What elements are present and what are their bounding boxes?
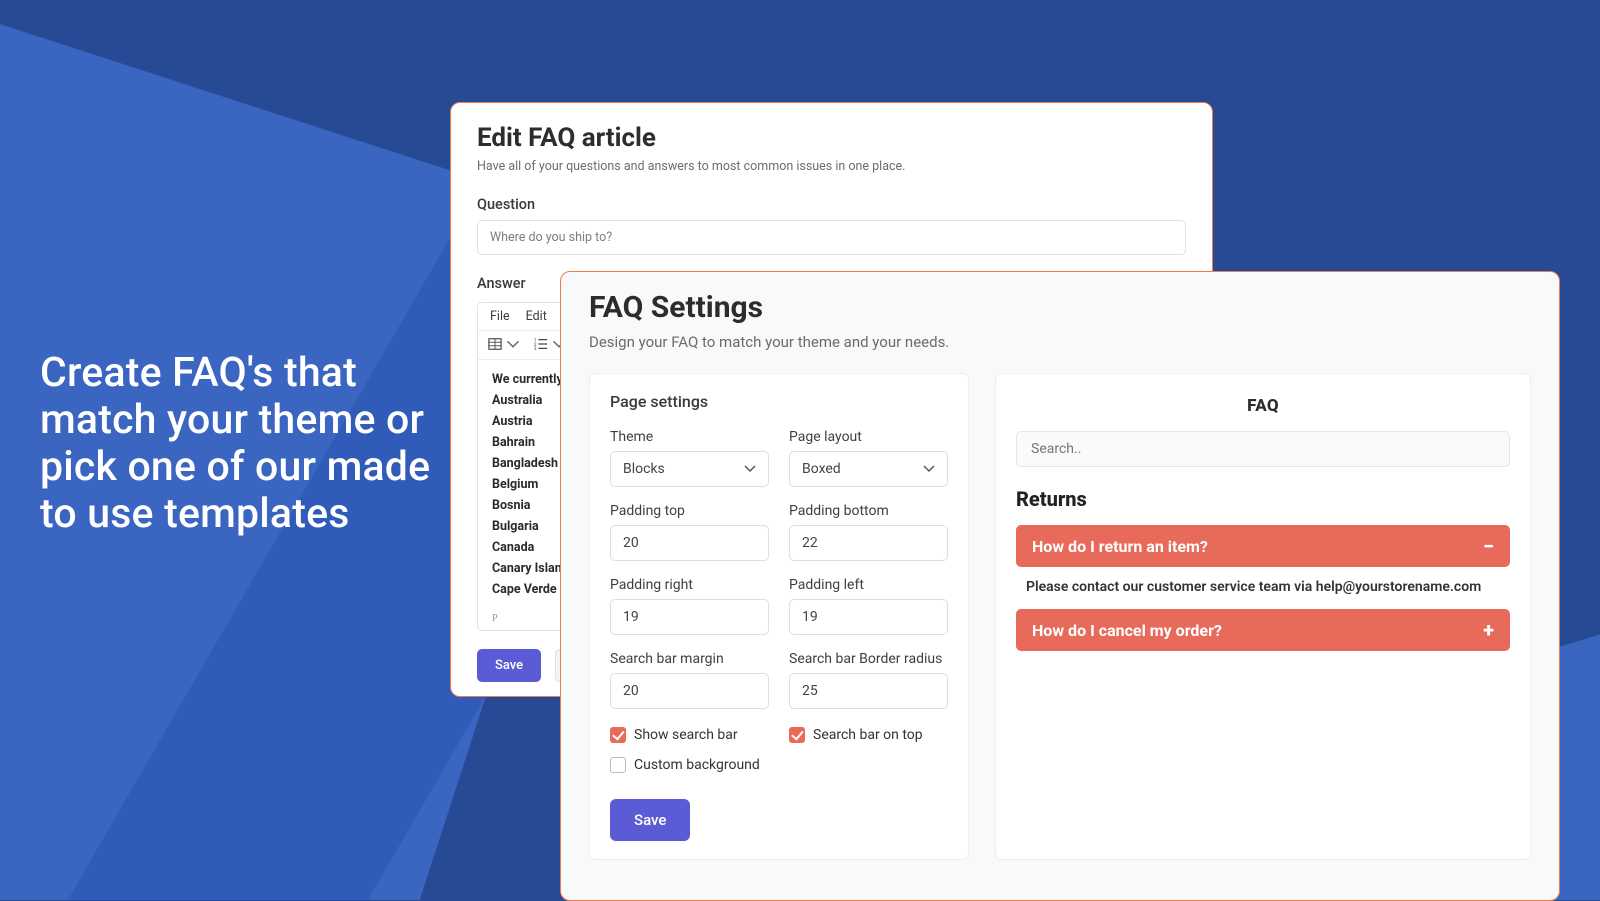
padding-left-input[interactable] <box>789 599 948 635</box>
show-search-label: Show search bar <box>634 727 738 743</box>
padding-bottom-label: Padding bottom <box>789 503 948 519</box>
custom-bg-checkbox[interactable]: Custom background <box>610 757 769 773</box>
question-label: Question <box>477 196 1186 213</box>
search-top-label: Search bar on top <box>813 727 923 743</box>
theme-label: Theme <box>610 429 769 445</box>
preview-group-title: Returns <box>1016 487 1510 511</box>
accordion-question: How do I cancel my order? <box>1032 621 1222 640</box>
svg-text:3: 3 <box>534 347 537 351</box>
preview-search-input[interactable] <box>1016 431 1510 467</box>
padding-left-label: Padding left <box>789 577 948 593</box>
layout-select[interactable]: Boxed <box>789 451 948 487</box>
accordion-item-open[interactable]: How do I return an item? − <box>1016 525 1510 567</box>
custom-bg-label: Custom background <box>634 757 760 773</box>
faq-settings-panel: FAQ Settings Design your FAQ to match yo… <box>560 271 1560 901</box>
accordion-question: How do I return an item? <box>1032 537 1208 556</box>
preview-heading: FAQ <box>1016 396 1510 416</box>
menu-file[interactable]: File <box>490 309 510 324</box>
accordion-answer: Please contact our customer service team… <box>1016 573 1510 609</box>
checkbox-icon <box>789 727 805 743</box>
checkbox-icon <box>610 727 626 743</box>
search-margin-input[interactable] <box>610 673 769 709</box>
table-icon[interactable] <box>488 337 520 351</box>
marketing-headline: Create FAQ's that match your theme or pi… <box>40 350 460 539</box>
page-settings-card: Page settings Theme Blocks Page layout B… <box>589 373 969 860</box>
edit-faq-title: Edit FAQ article <box>477 123 1186 153</box>
settings-save-button[interactable]: Save <box>610 799 690 841</box>
page-settings-title: Page settings <box>610 392 948 411</box>
padding-top-input[interactable] <box>610 525 769 561</box>
layout-label: Page layout <box>789 429 948 445</box>
settings-subtitle: Design your FAQ to match your theme and … <box>589 333 1531 351</box>
padding-right-label: Padding right <box>610 577 769 593</box>
search-radius-label: Search bar Border radius <box>789 651 948 667</box>
save-button[interactable]: Save <box>477 649 541 682</box>
question-input[interactable] <box>477 220 1186 255</box>
padding-right-input[interactable] <box>610 599 769 635</box>
show-search-checkbox[interactable]: Show search bar <box>610 727 769 743</box>
menu-edit[interactable]: Edit <box>526 309 547 324</box>
settings-title: FAQ Settings <box>589 290 1531 325</box>
plus-icon: + <box>1483 620 1494 640</box>
edit-faq-subtitle: Have all of your questions and answers t… <box>477 159 1186 174</box>
theme-select[interactable]: Blocks <box>610 451 769 487</box>
accordion-item-closed[interactable]: How do I cancel my order? + <box>1016 609 1510 651</box>
search-margin-label: Search bar margin <box>610 651 769 667</box>
checkbox-icon <box>610 757 626 773</box>
padding-bottom-input[interactable] <box>789 525 948 561</box>
search-radius-input[interactable] <box>789 673 948 709</box>
faq-preview-card: FAQ Returns How do I return an item? − P… <box>995 373 1531 860</box>
padding-top-label: Padding top <box>610 503 769 519</box>
minus-icon: − <box>1483 536 1494 556</box>
search-top-checkbox[interactable]: Search bar on top <box>789 727 948 743</box>
